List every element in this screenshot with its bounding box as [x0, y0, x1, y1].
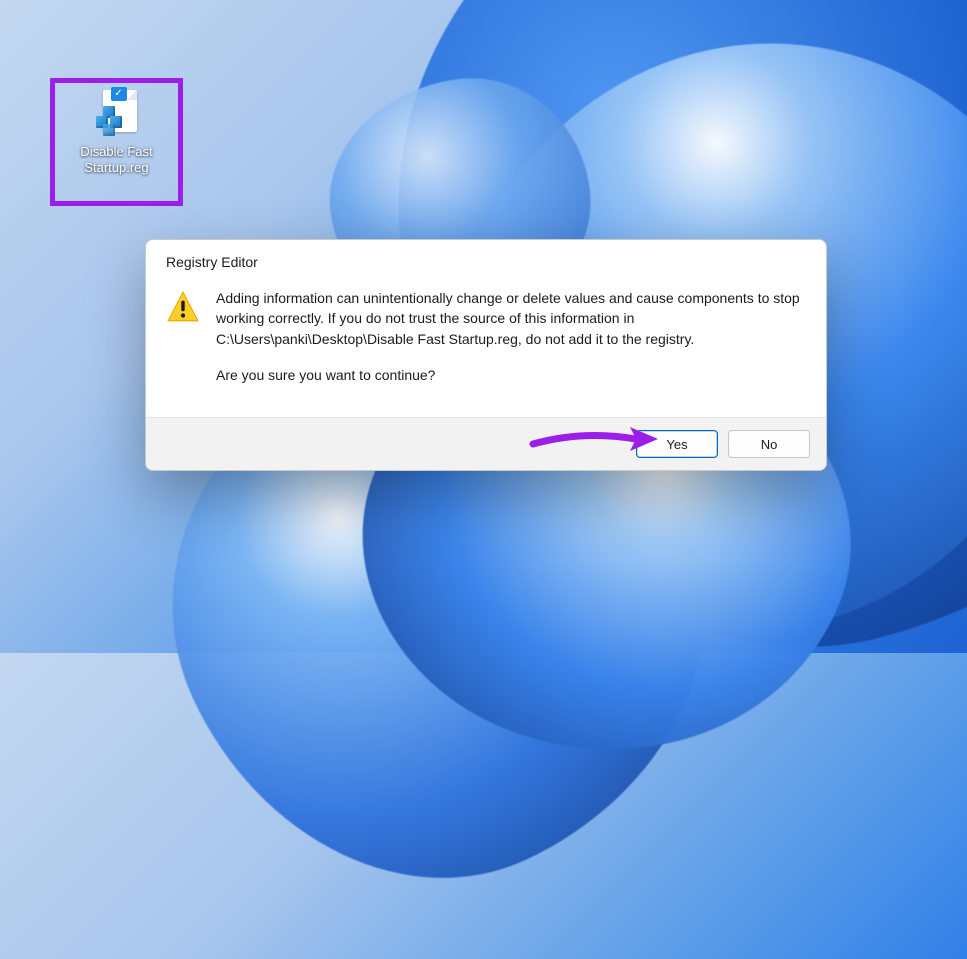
- dialog-confirm-question: Are you sure you want to continue?: [216, 365, 804, 385]
- dialog-body: Adding information can unintentionally c…: [146, 278, 826, 417]
- warning-icon: [166, 290, 200, 324]
- registry-file-icon: ✓: [90, 88, 144, 138]
- desktop-file-icon[interactable]: ✓ Disable Fast Startup.reg: [55, 82, 178, 202]
- dialog-title: Registry Editor: [146, 240, 826, 278]
- no-button[interactable]: No: [728, 430, 810, 458]
- yes-button[interactable]: Yes: [636, 430, 718, 458]
- registry-editor-dialog: Registry Editor Adding information can u…: [145, 239, 827, 471]
- dialog-footer: Yes No: [146, 417, 826, 470]
- desktop-file-label: Disable Fast Startup.reg: [80, 144, 152, 177]
- dialog-message: Adding information can unintentionally c…: [216, 288, 804, 349]
